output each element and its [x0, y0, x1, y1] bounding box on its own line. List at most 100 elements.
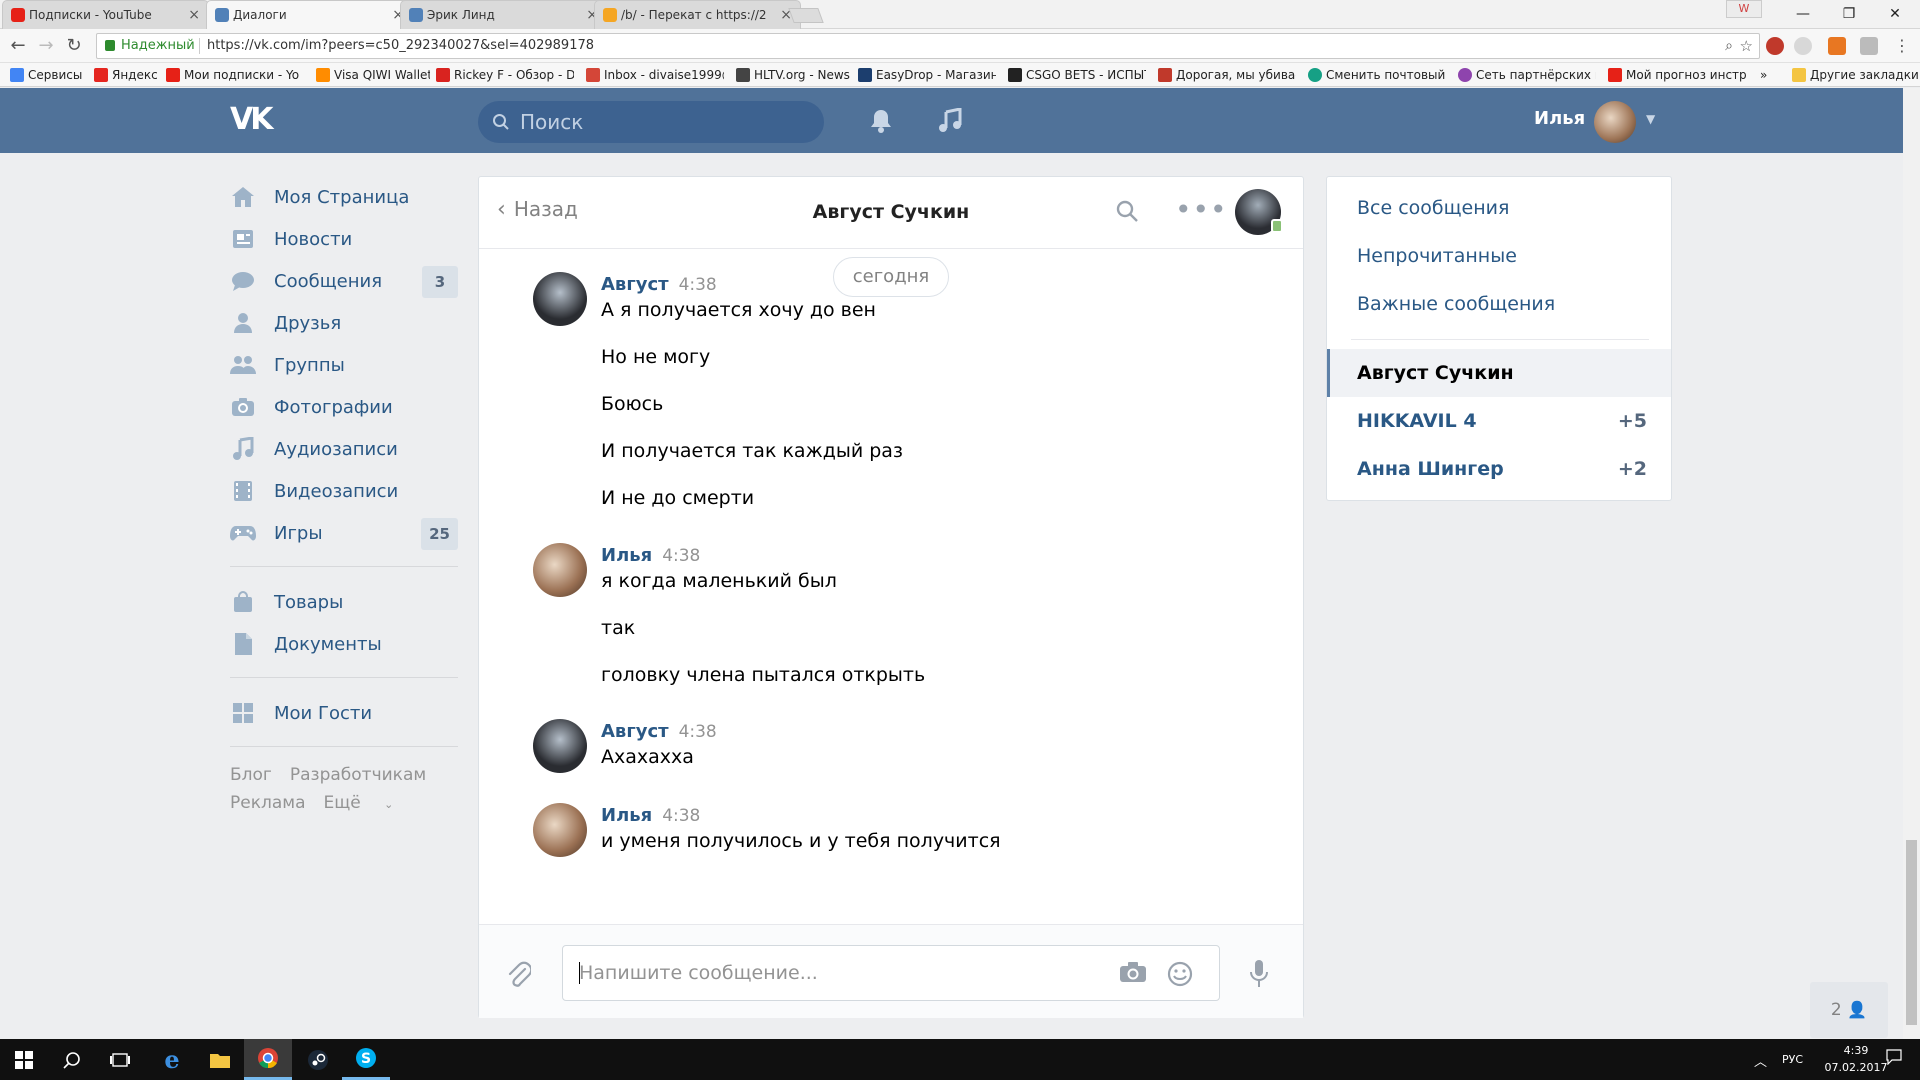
- nav-item-my-page[interactable]: Моя Страница: [230, 176, 458, 218]
- browser-tab-2ch[interactable]: /b/ - Перекат с https://2 ×: [594, 0, 801, 29]
- bookmark-favicon-icon: [1158, 68, 1172, 82]
- nav-item-messages[interactable]: Сообщения 3: [230, 260, 458, 302]
- nav-item-label: Друзья: [274, 312, 342, 334]
- more-actions-icon[interactable]: •••: [1175, 193, 1228, 226]
- restore-window-icon[interactable]: ❐: [1826, 0, 1872, 28]
- minimize-window-icon[interactable]: —: [1780, 0, 1826, 28]
- skype-icon[interactable]: S: [342, 1039, 390, 1080]
- nav-item-label: Моя Страница: [274, 186, 410, 208]
- chat-partner-avatar[interactable]: [1235, 189, 1283, 235]
- avatar[interactable]: [533, 272, 587, 326]
- bookmark-item[interactable]: EasyDrop - Магазин: [856, 63, 996, 87]
- browser-tab-dialogs[interactable]: Диалоги ×: [206, 0, 413, 30]
- filter-all-messages[interactable]: Все сообщения: [1357, 197, 1509, 219]
- back-arrow-icon[interactable]: ←: [6, 29, 30, 63]
- scrollbar-thumb[interactable]: [1906, 840, 1917, 1025]
- nav-item-video[interactable]: Видеозаписи: [230, 470, 458, 512]
- forward-arrow-icon[interactable]: →: [34, 29, 58, 63]
- vk-logo[interactable]: VK: [230, 104, 282, 136]
- address-bar[interactable]: Надежный https://vk.com/im?peers=c50_292…: [96, 33, 1760, 59]
- bookmark-item[interactable]: Rickey F - Обзор - DC: [434, 63, 574, 87]
- avatar[interactable]: [533, 719, 587, 773]
- bookmark-item[interactable]: Дорогая, мы убиваем: [1156, 63, 1296, 87]
- header-avatar[interactable]: [1594, 101, 1636, 143]
- close-window-icon[interactable]: ✕: [1872, 0, 1918, 28]
- new-tab-button[interactable]: [788, 8, 824, 23]
- file-explorer-icon[interactable]: [196, 1039, 244, 1080]
- extension-icon[interactable]: [1794, 37, 1812, 55]
- notifications-icon[interactable]: [1886, 1049, 1902, 1068]
- extension-icon[interactable]: [1828, 37, 1846, 55]
- nav-item-games[interactable]: Игры 25: [230, 512, 458, 554]
- bookmark-item[interactable]: Сменить почтовый а: [1306, 63, 1446, 87]
- filter-important[interactable]: Важные сообщения: [1357, 293, 1555, 315]
- search-icon[interactable]: [48, 1039, 96, 1080]
- footer-link-more[interactable]: Ещё ⌄: [324, 793, 412, 813]
- filter-unread[interactable]: Непрочитанные: [1357, 245, 1517, 267]
- avatar[interactable]: [533, 803, 587, 857]
- bookmark-item[interactable]: Сеть партнёрских пр: [1456, 63, 1596, 87]
- bookmark-item[interactable]: Visa QIWI Wallet: [314, 63, 430, 87]
- windows-start-icon[interactable]: [0, 1039, 48, 1080]
- paperclip-icon[interactable]: [507, 961, 531, 989]
- search-input[interactable]: Поиск: [478, 101, 824, 143]
- nav-divider: [230, 746, 458, 747]
- nav-item-friends[interactable]: Друзья: [230, 302, 458, 344]
- nav-item-goods[interactable]: Товары: [230, 581, 458, 623]
- nav-item-my-guests[interactable]: Мои Гости: [230, 692, 458, 734]
- chrome-icon[interactable]: [244, 1039, 292, 1080]
- other-bookmarks-folder[interactable]: Другие закладки: [1790, 63, 1918, 87]
- bookmarks-overflow-button[interactable]: »: [1756, 63, 1780, 87]
- text-caret: [579, 962, 580, 984]
- bookmark-item[interactable]: HLTV.org - News: [734, 63, 850, 87]
- footer-link-blog[interactable]: Блог: [230, 765, 272, 785]
- browser-tab-erik[interactable]: Эрик Линд ×: [400, 0, 607, 29]
- bookmark-item[interactable]: Мой прогноз инстру: [1606, 63, 1746, 87]
- zoom-icon[interactable]: ⌕: [1725, 34, 1733, 58]
- chevron-down-icon[interactable]: ▼: [1646, 112, 1655, 126]
- clock-time[interactable]: 4:39: [1834, 1044, 1878, 1057]
- conversation-item[interactable]: Анна Шингер +2: [1327, 445, 1671, 493]
- browser-toolbar: ← → ↻ Надежный https://vk.com/im?peers=c…: [0, 29, 1920, 63]
- camera-icon[interactable]: [1119, 961, 1147, 983]
- nav-item-news[interactable]: Новости: [230, 218, 458, 260]
- close-tab-icon[interactable]: ×: [188, 1, 200, 29]
- left-nav: Моя Страница Новости Сообщения 3 Друзья …: [230, 176, 458, 819]
- edge-browser-icon[interactable]: e: [148, 1039, 196, 1080]
- tray-overflow-icon[interactable]: ︿: [1754, 1051, 1767, 1070]
- bookmark-item[interactable]: CSGO BETS - ИСПЫТ: [1006, 63, 1146, 87]
- bookmark-item[interactable]: Яндекс: [92, 63, 162, 87]
- reload-icon[interactable]: ↻: [62, 29, 86, 63]
- browser-menu-icon[interactable]: ⋮: [1890, 29, 1914, 63]
- extension-icon[interactable]: [1860, 37, 1878, 55]
- clock-date[interactable]: 07.02.2017: [1818, 1061, 1894, 1074]
- bookmark-item[interactable]: Сервисы: [8, 63, 90, 87]
- document-icon: [230, 631, 256, 657]
- bell-icon[interactable]: [864, 104, 898, 138]
- music-icon[interactable]: [933, 104, 967, 138]
- microphone-icon[interactable]: [1249, 959, 1269, 989]
- nav-item-label: Группы: [274, 354, 345, 376]
- search-icon[interactable]: [1115, 199, 1139, 223]
- avatar[interactable]: [533, 543, 587, 597]
- bookmark-item[interactable]: Мои подписки - You: [164, 63, 300, 87]
- adblock-extension-icon[interactable]: [1766, 37, 1784, 55]
- header-user-name[interactable]: Илья: [1534, 108, 1585, 129]
- bookmark-star-icon[interactable]: ☆: [1740, 34, 1753, 58]
- language-indicator[interactable]: РУС: [1782, 1053, 1803, 1066]
- bookmark-item[interactable]: Inbox - divaise1999@: [584, 63, 724, 87]
- steam-icon[interactable]: [294, 1039, 342, 1080]
- friends-online-button[interactable]: 2 👤: [1810, 982, 1888, 1038]
- nav-item-groups[interactable]: Группы: [230, 344, 458, 386]
- browser-profile-badge[interactable]: W: [1726, 0, 1762, 18]
- smile-icon[interactable]: [1167, 961, 1193, 987]
- task-view-icon[interactable]: [96, 1039, 144, 1080]
- conversation-item-active[interactable]: Август Сучкин: [1327, 349, 1671, 397]
- footer-link-ads[interactable]: Реклама: [230, 793, 306, 813]
- nav-item-audio[interactable]: Аудиозаписи: [230, 428, 458, 470]
- nav-item-documents[interactable]: Документы: [230, 623, 458, 665]
- browser-tab-youtube[interactable]: Подписки - YouTube ×: [2, 0, 209, 29]
- footer-link-developers[interactable]: Разработчикам: [290, 765, 426, 785]
- nav-item-photos[interactable]: Фотографии: [230, 386, 458, 428]
- conversation-item[interactable]: HIKKAVIL 4 +5: [1327, 397, 1671, 445]
